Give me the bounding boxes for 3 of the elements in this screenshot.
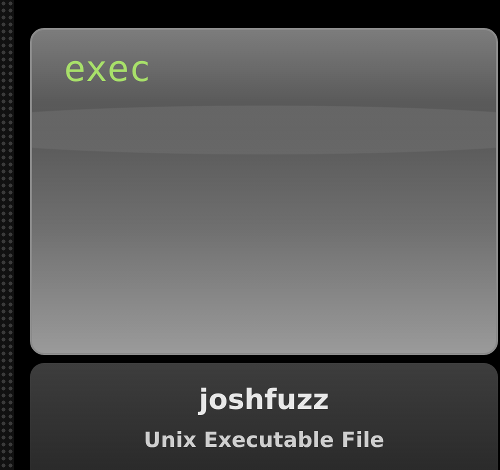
icon-label: exec xyxy=(63,48,151,88)
file-kind: Unix Executable File xyxy=(144,428,384,452)
file-name: joshfuzz xyxy=(198,383,330,416)
